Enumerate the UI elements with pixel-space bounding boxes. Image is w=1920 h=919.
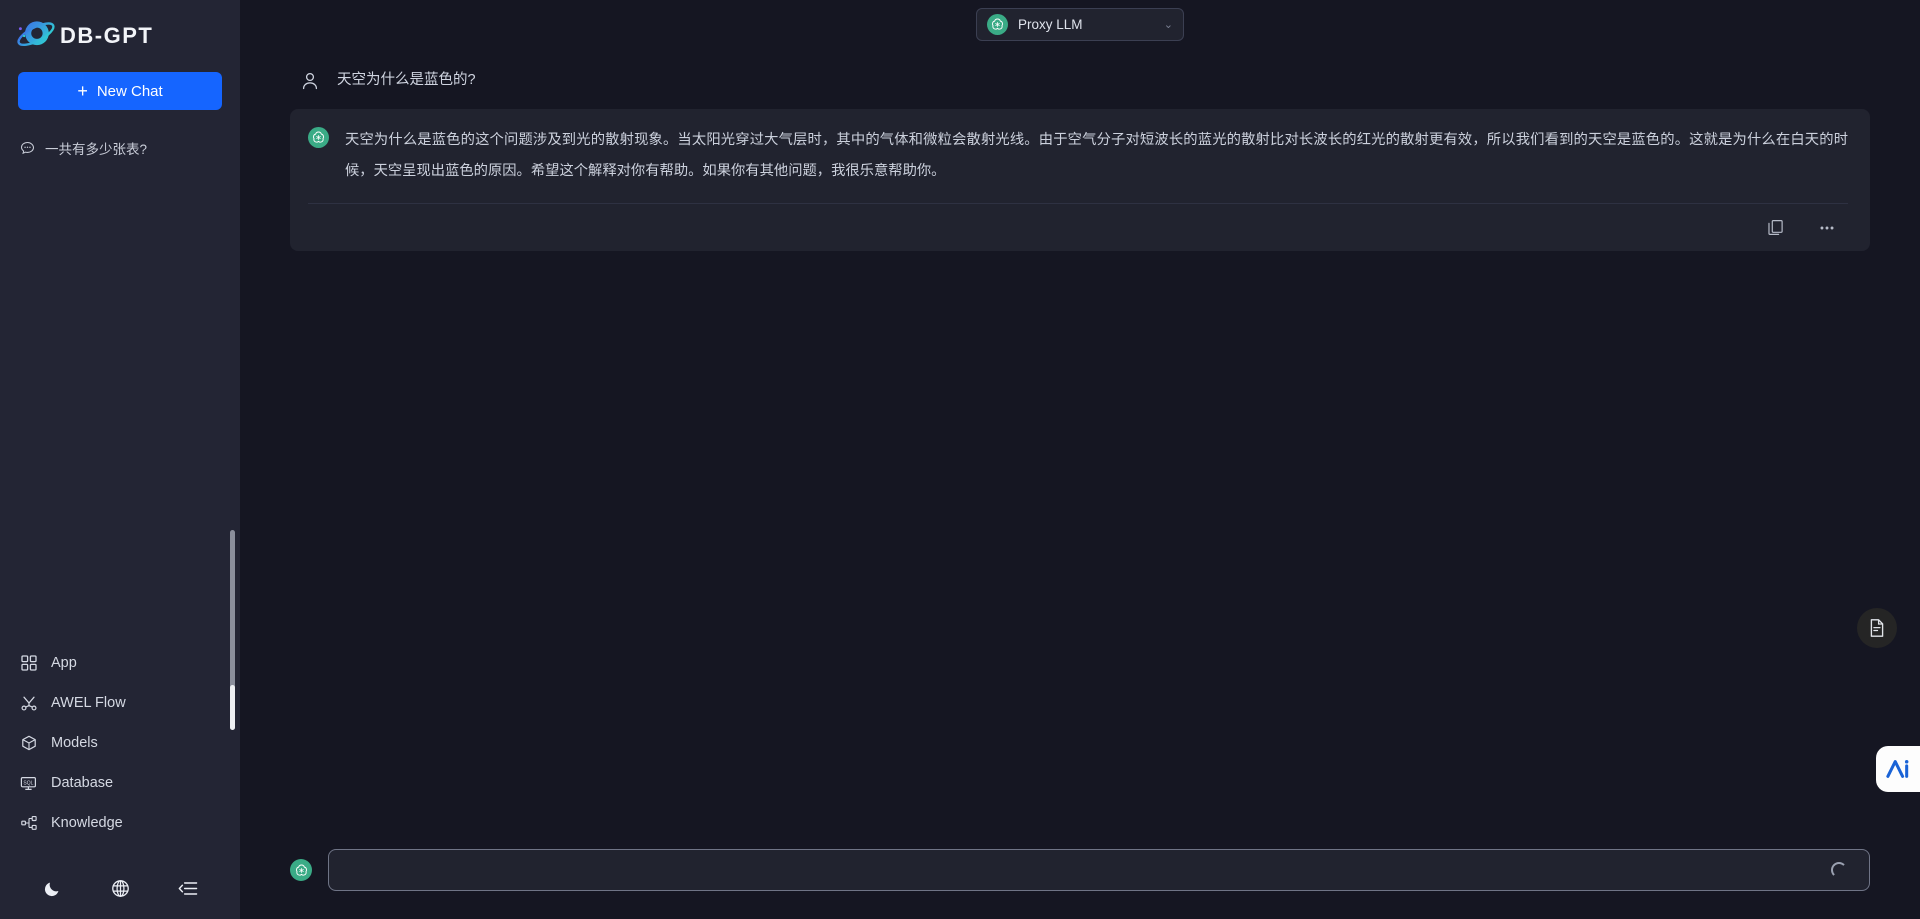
main-panel: Proxy LLM ⌄ 天空为什么是蓝色的? 天空为什么是蓝色的这个问题涉及到光… <box>240 0 1920 919</box>
bot-message-text: 天空为什么是蓝色的这个问题涉及到光的散射现象。当太阳光穿过大气层时，其中的气体和… <box>345 132 1848 179</box>
svg-text:SQL: SQL <box>23 780 33 786</box>
new-chat-label: New Chat <box>96 82 163 100</box>
new-chat-container: + New Chat <box>0 72 240 110</box>
collapse-panel-icon <box>178 881 198 895</box>
openai-logo-icon <box>290 859 312 881</box>
sidebar-item-label: App <box>51 655 77 671</box>
sidebar-item-knowledge[interactable]: Knowledge <box>10 803 230 843</box>
planet-logo-icon <box>17 21 55 47</box>
bot-message-card: 天空为什么是蓝色的这个问题涉及到光的散射现象。当太阳光穿过大气层时，其中的气体和… <box>290 109 1870 251</box>
top-bar: Proxy LLM ⌄ <box>240 0 1920 48</box>
sidebar-nav: App AWEL Flow Models SQL Database Knowle… <box>0 643 240 857</box>
message-input-container[interactable] <box>328 849 1870 891</box>
sidebar-item-label: Models <box>51 735 98 751</box>
sidebar-item-label: Knowledge <box>51 815 123 831</box>
chat-bubble-icon <box>20 141 35 154</box>
ellipsis-icon <box>1820 226 1834 229</box>
copy-message-button[interactable] <box>1762 215 1788 241</box>
message-input[interactable] <box>347 862 1831 878</box>
sidebar-item-database[interactable]: SQL Database <box>10 763 230 803</box>
user-message-text: 天空为什么是蓝色的? <box>337 72 476 88</box>
moon-icon <box>44 882 58 896</box>
new-chat-button[interactable]: + New Chat <box>18 72 222 110</box>
grid-apps-icon <box>20 655 37 672</box>
theme-toggle-button[interactable] <box>35 871 69 905</box>
composer-dock <box>240 849 1920 919</box>
sidebar-item-models[interactable]: Models <box>10 723 230 763</box>
chat-history-list: 一共有多少张表? <box>0 132 240 164</box>
ai-assistant-widget[interactable] <box>1876 746 1920 792</box>
svg-text:DB-GPT: DB-GPT <box>60 23 153 48</box>
history-item-label: 一共有多少张表? <box>45 142 148 157</box>
globe-icon <box>111 879 129 897</box>
person-icon <box>302 72 318 90</box>
brand-wordmark: DB-GPT <box>60 23 153 48</box>
document-icon <box>1870 619 1884 637</box>
sidebar-scrollbar[interactable] <box>230 530 235 730</box>
document-panel-button[interactable] <box>1857 608 1897 648</box>
sidebar-item-app[interactable]: App <box>10 643 230 683</box>
flow-branch-icon <box>20 695 37 712</box>
chat-scroll-area: 天空为什么是蓝色的? 天空为什么是蓝色的这个问题涉及到光的散射现象。当太阳光穿过… <box>240 48 1920 849</box>
sql-database-icon: SQL <box>20 775 37 792</box>
loading-spinner-icon <box>1831 862 1847 878</box>
openai-logo-icon <box>308 127 329 148</box>
more-options-button[interactable] <box>1814 215 1840 241</box>
sidebar: DB-GPT + New Chat 一共有多少张表? App AWEL Flow… <box>0 0 240 919</box>
sidebar-item-label: AWEL Flow <box>51 695 126 711</box>
language-switch-button[interactable] <box>103 871 137 905</box>
plus-icon: + <box>77 81 88 101</box>
collapse-sidebar-button[interactable] <box>171 871 205 905</box>
model-name-label: Proxy LLM <box>1018 16 1083 32</box>
sidebar-item-awel-flow[interactable]: AWEL Flow <box>10 683 230 723</box>
copy-icon <box>1767 220 1783 235</box>
sidebar-footer <box>0 857 240 919</box>
cube-icon <box>20 735 37 752</box>
app-root: DB-GPT + New Chat 一共有多少张表? App AWEL Flow… <box>0 0 1920 919</box>
bot-message-row: 天空为什么是蓝色的这个问题涉及到光的散射现象。当太阳光穿过大气层时，其中的气体和… <box>308 125 1848 187</box>
chevron-down-icon: ⌄ <box>1163 18 1173 31</box>
knowledge-graph-icon <box>20 815 37 832</box>
sidebar-item-label: Database <box>51 775 114 791</box>
brand-logo[interactable]: DB-GPT <box>0 0 240 72</box>
model-selector[interactable]: Proxy LLM ⌄ <box>976 7 1184 41</box>
ai-logo-icon <box>1886 760 1909 778</box>
user-message: 天空为什么是蓝色的? <box>290 58 1870 103</box>
openai-logo-icon <box>987 13 1008 35</box>
bot-message-actions <box>308 203 1848 251</box>
history-item[interactable]: 一共有多少张表? <box>10 132 230 164</box>
